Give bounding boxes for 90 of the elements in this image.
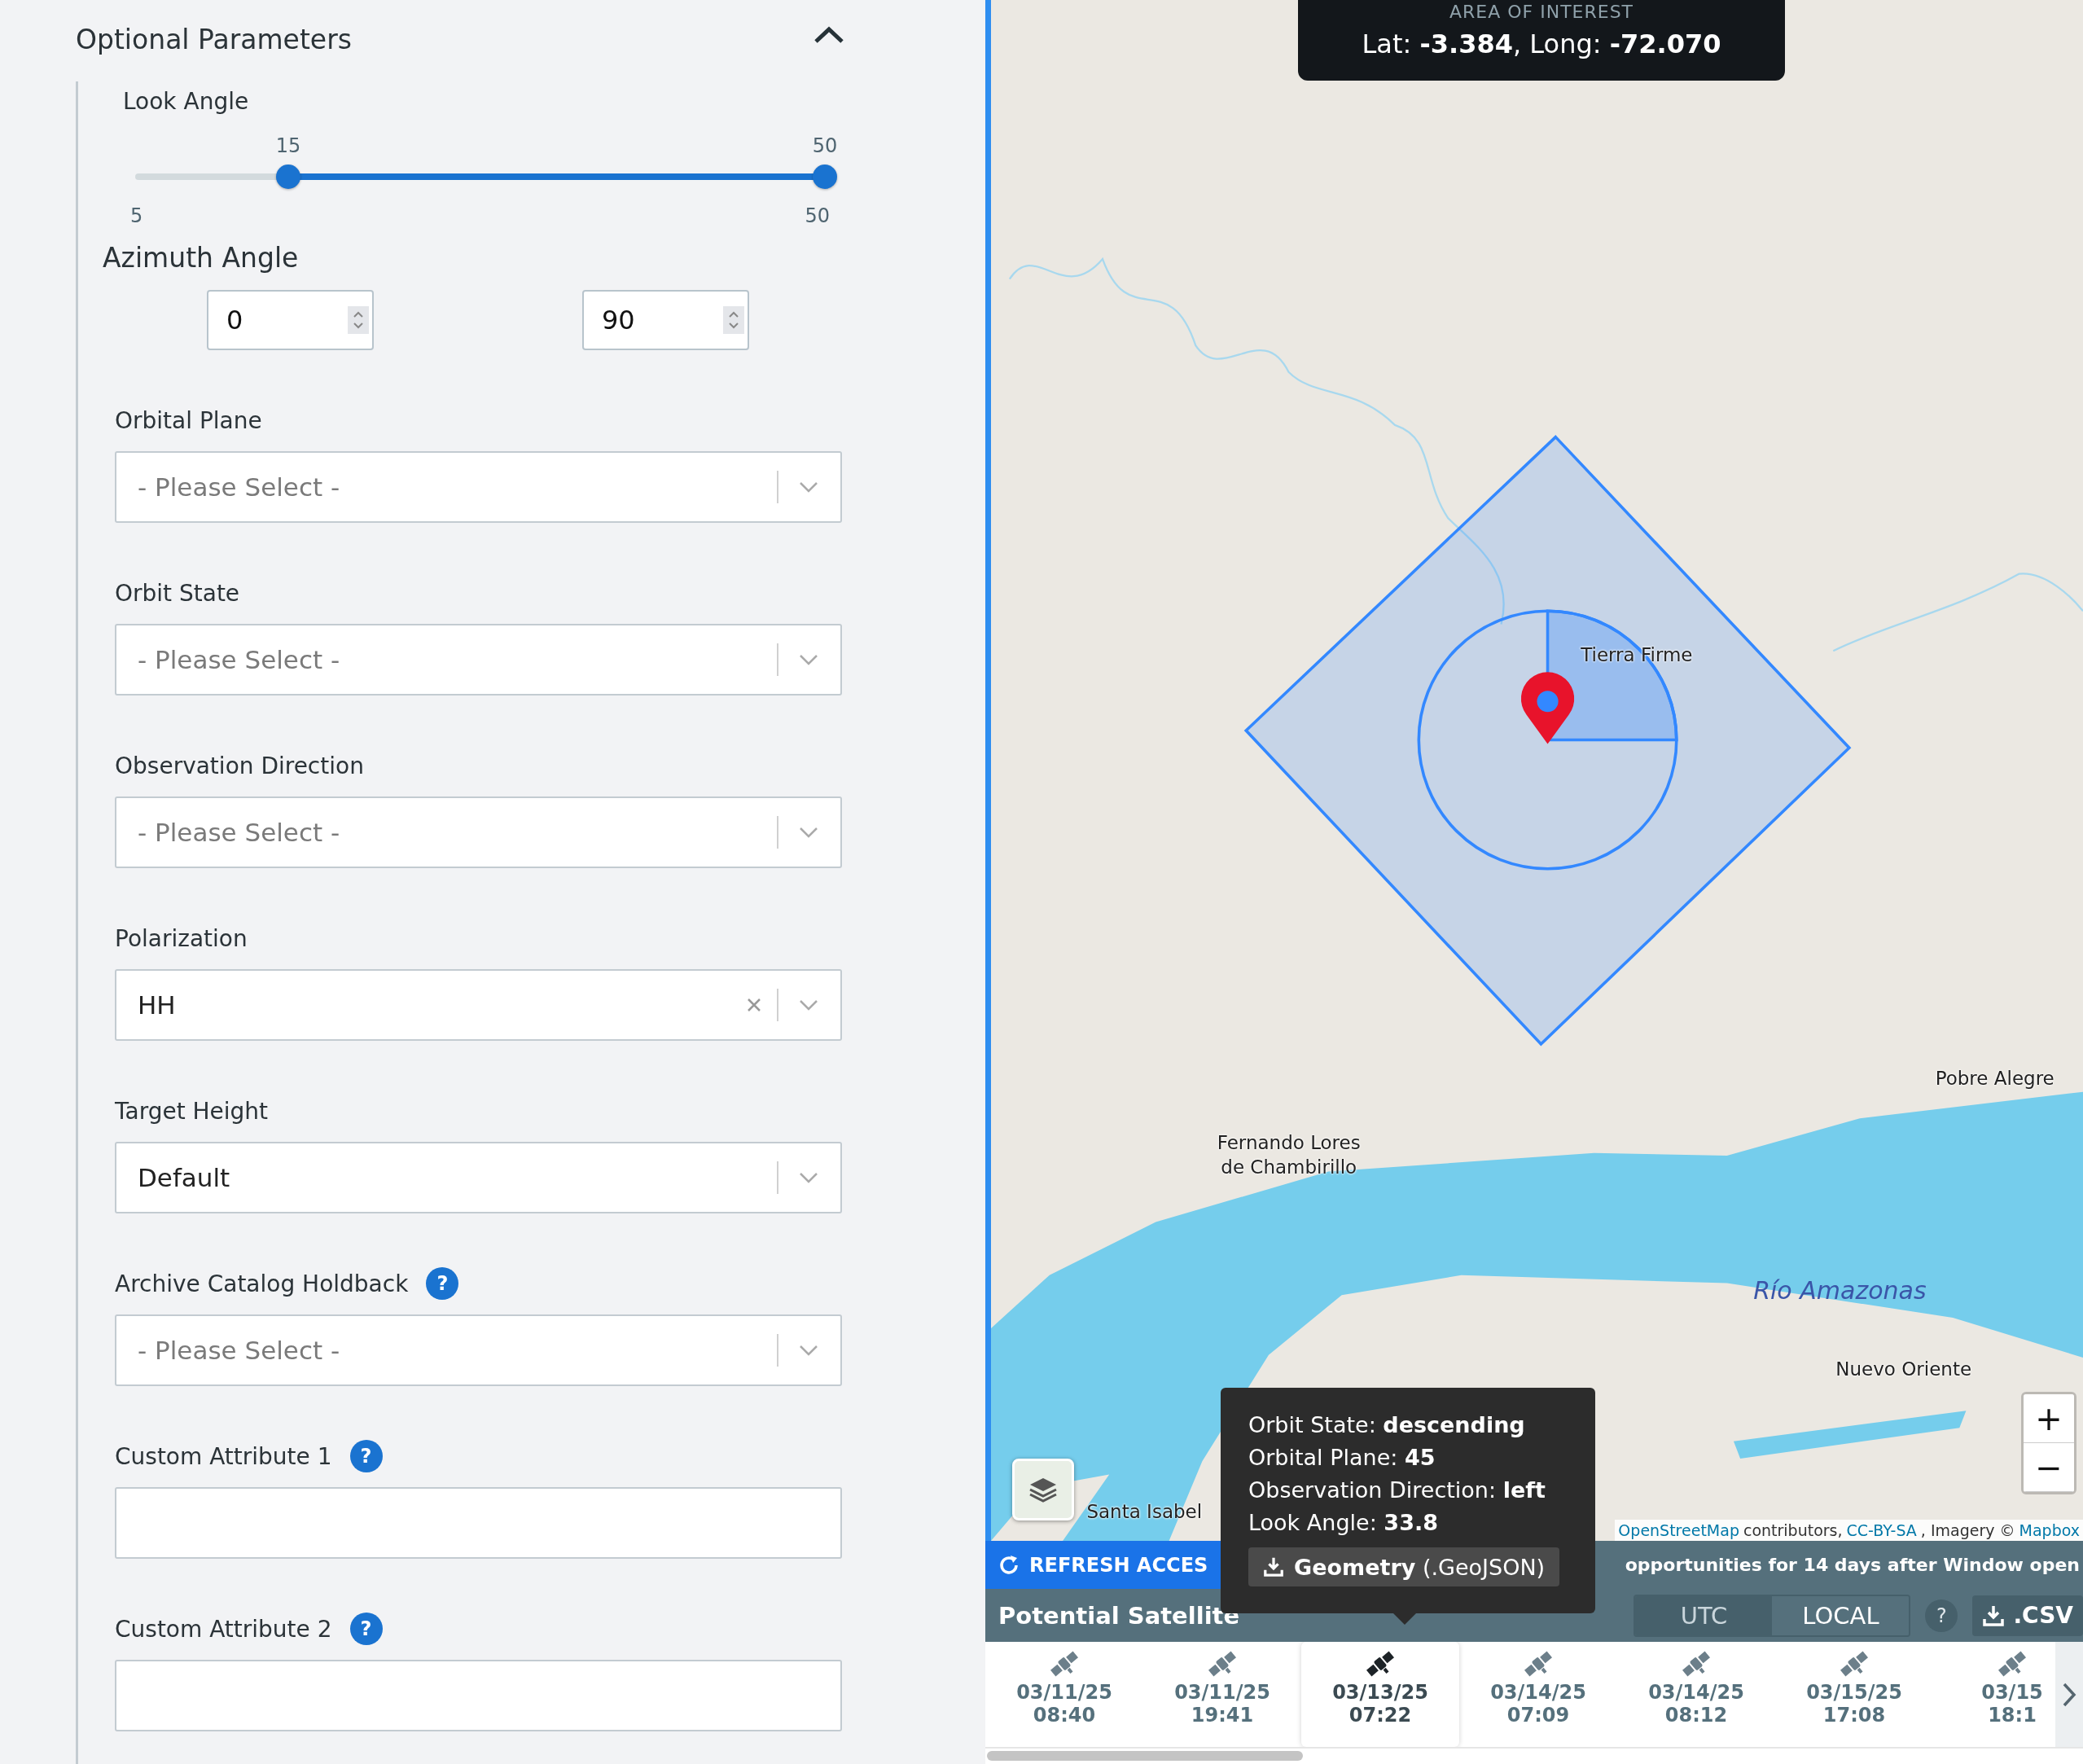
zoom-button[interactable]: −: [2024, 1443, 2074, 1492]
select-dropdown[interactable]: - Please Select -: [115, 451, 842, 523]
field-label: Target Height: [115, 1097, 269, 1125]
slider-min-label: 5: [130, 204, 143, 227]
attribution-link[interactable]: CC-BY-SA: [1846, 1521, 1917, 1539]
access-time-item[interactable]: 03/14/25 07:09: [1459, 1642, 1617, 1747]
tooltip-text: Look Angle: 33.8: [1248, 1509, 1439, 1537]
access-date: 03/14/25: [1648, 1681, 1744, 1704]
attribution-text: contributors,: [1743, 1521, 1843, 1539]
field-label: Archive Catalog Holdback: [115, 1270, 409, 1297]
section-title: Optional Parameters: [76, 23, 352, 55]
info-text: opportunities for 14 days after Window open: [1625, 1555, 2080, 1575]
map-label: Nuevo Oriente: [1835, 1358, 1972, 1380]
field-label: Custom Attribute 1: [115, 1442, 332, 1470]
access-time: 18:1: [1988, 1704, 2037, 1727]
access-time: 08:40: [1033, 1704, 1096, 1727]
attribution-text: , Imagery ©: [1920, 1521, 2015, 1539]
field-label: Look Angle: [122, 87, 250, 115]
tooltip-text: Orbit State: descending: [1248, 1411, 1526, 1439]
download-icon: [1982, 1604, 2006, 1627]
help-button[interactable]: ?: [349, 1613, 383, 1645]
next-button[interactable]: [2055, 1642, 2083, 1747]
field-label: Custom Attribute 2: [115, 1615, 332, 1643]
help-button[interactable]: ?: [1925, 1599, 1958, 1632]
spinner-icon[interactable]: [723, 306, 744, 334]
tooltip-text: Observation Direction: left: [1248, 1477, 1546, 1504]
select-dropdown[interactable]: - Please Select -: [115, 1314, 842, 1386]
access-date: 03/13/25: [1332, 1681, 1428, 1704]
access-date: 03/14/25: [1490, 1681, 1586, 1704]
access-time-item[interactable]: 03/13/25 07:22: [1301, 1642, 1459, 1747]
field-label: Orbital Plane: [115, 406, 262, 434]
access-date: 03/15/25: [1806, 1681, 1902, 1704]
slider-max-label: 50: [805, 204, 830, 227]
access-time-item[interactable]: 03/14/25 08:12: [1617, 1642, 1775, 1747]
attribution-link[interactable]: OpenStreetMap: [1618, 1521, 1739, 1539]
help-button[interactable]: ?: [426, 1267, 459, 1300]
map-pin-icon[interactable]: [1520, 672, 1575, 744]
spinner-icon[interactable]: [348, 306, 369, 334]
access-time: 19:41: [1191, 1704, 1254, 1727]
access-time-item[interactable]: 03/15 18:1: [1933, 1642, 2083, 1747]
caret-icon: [798, 1171, 819, 1184]
layers-button[interactable]: [1012, 1459, 1074, 1520]
number-input[interactable]: 90: [582, 290, 749, 350]
panel-title: AREA OF INTEREST: [1448, 1, 1635, 22]
input-field[interactable]: [115, 1487, 842, 1559]
field-label: Azimuth Angle: [102, 241, 300, 274]
attribution-link[interactable]: Mapbox: [2019, 1521, 2080, 1539]
caret-icon: [798, 998, 819, 1011]
map-label: Pobre Alegre: [1935, 1068, 2054, 1090]
aoi-polygon[interactable]: [1243, 435, 1852, 1047]
geojson-download-button[interactable]: Geometry (.GeoJSON): [1248, 1547, 1560, 1586]
scrollbar-thumb[interactable]: [987, 1751, 1303, 1761]
section-title: Potential Satellite: [998, 1601, 1240, 1630]
field-label: Orbit State: [115, 579, 240, 607]
zoom-button[interactable]: +: [2024, 1394, 2074, 1443]
tooltip-text: Orbital Plane: 45: [1248, 1444, 1436, 1472]
map-label: Fernando Lores de Chambirillo: [1216, 1130, 1362, 1179]
caret-icon: [798, 480, 819, 494]
access-time-item[interactable]: 03/11/25 19:41: [1143, 1642, 1301, 1747]
access-time-item[interactable]: 03/11/25 08:40: [985, 1642, 1143, 1747]
select-dropdown[interactable]: Default: [115, 1142, 842, 1213]
csv-download-button[interactable]: .CSV: [1972, 1595, 2083, 1636]
access-date: 03/15: [1981, 1681, 2043, 1704]
caret-icon: [798, 653, 819, 666]
caret-icon: [798, 1344, 819, 1357]
access-date: 03/11/25: [1016, 1681, 1112, 1704]
caret-icon: [798, 826, 819, 839]
slider-thumb[interactable]: [813, 165, 837, 189]
access-time: 07:09: [1506, 1704, 1570, 1727]
slider-value: 50: [812, 134, 838, 157]
number-input[interactable]: 0: [207, 290, 374, 350]
slider-value: 15: [275, 134, 301, 157]
select-dropdown[interactable]: - Please Select -: [115, 624, 842, 696]
field-label: Polarization: [115, 924, 248, 952]
access-time: 08:12: [1664, 1704, 1728, 1727]
clear-icon[interactable]: [746, 997, 762, 1013]
access-time: 07:22: [1348, 1704, 1412, 1727]
access-time: 17:08: [1822, 1704, 1886, 1727]
collapse-chevron-icon[interactable]: [813, 25, 845, 45]
coordinates-text: Lat: -3.384, Long: -72.070: [1361, 29, 1722, 59]
slider-thumb[interactable]: [276, 165, 301, 189]
input-field[interactable]: [115, 1660, 842, 1731]
select-dropdown[interactable]: - Please Select -: [115, 796, 842, 868]
timezone-tab[interactable]: UTC: [1635, 1595, 1773, 1635]
field-label: Observation Direction: [115, 752, 364, 779]
access-time-item[interactable]: 03/15/25 17:08: [1775, 1642, 1933, 1747]
select-dropdown[interactable]: HH: [115, 969, 842, 1041]
access-date: 03/11/25: [1174, 1681, 1270, 1704]
help-button[interactable]: ?: [349, 1440, 383, 1472]
download-icon: [1263, 1556, 1284, 1578]
